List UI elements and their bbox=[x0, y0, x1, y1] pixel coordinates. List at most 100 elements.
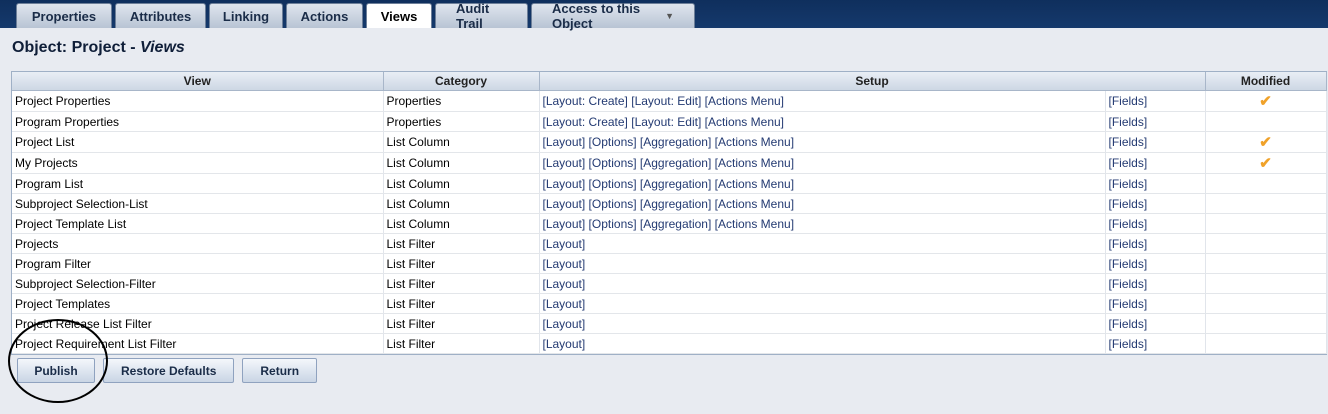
category-cell: List Column bbox=[383, 173, 540, 194]
fields-link[interactable]: [Fields] bbox=[1109, 257, 1148, 271]
tab-views[interactable]: Views bbox=[366, 3, 432, 28]
restore-defaults-button[interactable]: Restore Defaults bbox=[103, 358, 235, 383]
setup-link[interactable]: [Layout: Create] bbox=[543, 115, 628, 129]
setup-link[interactable]: [Layout] bbox=[543, 237, 586, 251]
table-row: Program Filter List Filter [Layout] [Fields… bbox=[12, 253, 1327, 274]
setup-link[interactable]: [Actions Menu] bbox=[705, 115, 784, 129]
page-title: Object: Project - Views bbox=[12, 39, 185, 57]
setup-link[interactable]: [Aggregation] bbox=[640, 197, 711, 211]
setup-link[interactable]: [Options] bbox=[589, 197, 637, 211]
setup-link[interactable]: [Actions Menu] bbox=[715, 217, 794, 231]
setup-link[interactable]: [Layout] bbox=[543, 156, 586, 170]
setup-link[interactable]: [Layout] bbox=[543, 297, 586, 311]
modified-cell bbox=[1205, 173, 1327, 194]
fields-link-cell: [Fields] bbox=[1105, 233, 1206, 254]
setup-link[interactable]: [Aggregation] bbox=[640, 177, 711, 191]
column-header-category[interactable]: Category bbox=[383, 72, 540, 91]
view-name-cell: Program List bbox=[12, 173, 384, 194]
fields-link-cell: [Fields] bbox=[1105, 313, 1206, 334]
fields-link[interactable]: [Fields] bbox=[1109, 277, 1148, 291]
setup-link[interactable]: [Options] bbox=[589, 177, 637, 191]
fields-link[interactable]: [Fields] bbox=[1109, 197, 1148, 211]
setup-link[interactable]: [Options] bbox=[589, 135, 637, 149]
setup-link[interactable]: [Layout] bbox=[543, 197, 586, 211]
fields-link[interactable]: [Fields] bbox=[1109, 337, 1148, 351]
category-cell: List Column bbox=[383, 193, 540, 214]
setup-link[interactable]: [Layout] bbox=[543, 257, 586, 271]
category-cell: List Column bbox=[383, 131, 540, 153]
fields-link[interactable]: [Fields] bbox=[1109, 156, 1148, 170]
modified-cell: ✔ bbox=[1205, 131, 1327, 153]
view-name-cell: Project Properties bbox=[12, 90, 384, 112]
column-header-modified[interactable]: Modified bbox=[1205, 72, 1327, 91]
tab-audit-trail[interactable]: Audit Trail bbox=[435, 1, 528, 31]
setup-link[interactable]: [Layout] bbox=[543, 277, 586, 291]
setup-link[interactable]: [Actions Menu] bbox=[715, 197, 794, 211]
fields-link-cell: [Fields] bbox=[1105, 173, 1206, 194]
annotation-circle bbox=[8, 319, 108, 403]
table-row: Program Properties Properties [Layout: Cre… bbox=[12, 111, 1327, 132]
fields-link[interactable]: [Fields] bbox=[1109, 94, 1148, 108]
column-header-setup[interactable]: Setup bbox=[539, 72, 1206, 91]
fields-link[interactable]: [Fields] bbox=[1109, 237, 1148, 251]
fields-link[interactable]: [Fields] bbox=[1109, 297, 1148, 311]
fields-link[interactable]: [Fields] bbox=[1109, 115, 1148, 129]
fields-link[interactable]: [Fields] bbox=[1109, 217, 1148, 231]
setup-link[interactable]: [Options] bbox=[589, 217, 637, 231]
setup-link[interactable]: [Aggregation] bbox=[640, 217, 711, 231]
setup-link[interactable]: [Layout] bbox=[543, 135, 586, 149]
tab-label: Access to this Object bbox=[552, 1, 641, 31]
fields-link[interactable]: [Fields] bbox=[1109, 135, 1148, 149]
setup-links-cell: [Layout] bbox=[539, 313, 1106, 334]
setup-links-cell: [Layout] bbox=[539, 273, 1106, 294]
object-tabs: Properties Attributes Linking Actions Vi… bbox=[16, 1, 695, 31]
tab-properties[interactable]: Properties bbox=[16, 3, 112, 28]
table-row: Projects List Filter [Layout] [Fields] bbox=[12, 233, 1327, 254]
table-header-row: View Category Setup Modified bbox=[12, 72, 1327, 91]
modified-cell bbox=[1205, 333, 1327, 354]
view-name-cell: Program Filter bbox=[12, 253, 384, 274]
setup-link[interactable]: [Layout: Edit] bbox=[631, 115, 701, 129]
column-header-view[interactable]: View bbox=[12, 72, 384, 91]
setup-link[interactable]: [Layout] bbox=[543, 177, 586, 191]
return-button[interactable]: Return bbox=[242, 358, 318, 383]
setup-links-cell: [Layout: Create] [Layout: Edit] [Actions… bbox=[539, 111, 1106, 132]
category-cell: List Column bbox=[383, 152, 540, 174]
modified-cell bbox=[1205, 111, 1327, 132]
view-name-cell: Project Templates bbox=[12, 293, 384, 314]
page-title-section: Views bbox=[140, 39, 185, 56]
setup-link[interactable]: [Layout] bbox=[543, 317, 586, 331]
fields-link-cell: [Fields] bbox=[1105, 152, 1206, 174]
view-name-cell: Project List bbox=[12, 131, 384, 153]
setup-link[interactable]: [Options] bbox=[589, 156, 637, 170]
setup-link[interactable]: [Aggregation] bbox=[640, 135, 711, 149]
setup-link[interactable]: [Layout] bbox=[543, 337, 586, 351]
tab-linking[interactable]: Linking bbox=[209, 3, 283, 28]
category-cell: Properties bbox=[383, 111, 540, 132]
setup-link[interactable]: [Actions Menu] bbox=[715, 177, 794, 191]
fields-link-cell: [Fields] bbox=[1105, 293, 1206, 314]
tab-attributes[interactable]: Attributes bbox=[115, 3, 206, 28]
setup-link[interactable]: [Actions Menu] bbox=[715, 156, 794, 170]
fields-link[interactable]: [Fields] bbox=[1109, 177, 1148, 191]
setup-links-cell: [Layout] bbox=[539, 293, 1106, 314]
category-cell: List Filter bbox=[383, 293, 540, 314]
setup-link[interactable]: [Actions Menu] bbox=[715, 135, 794, 149]
page-title-prefix: Object: Project - bbox=[12, 39, 141, 56]
fields-link[interactable]: [Fields] bbox=[1109, 317, 1148, 331]
setup-link[interactable]: [Layout] bbox=[543, 217, 586, 231]
setup-link[interactable]: [Layout: Create] bbox=[543, 94, 628, 108]
setup-link[interactable]: [Layout: Edit] bbox=[631, 94, 701, 108]
table-row: My Projects List Column [Layout] [Options]… bbox=[12, 152, 1327, 174]
setup-link[interactable]: [Aggregation] bbox=[640, 156, 711, 170]
setup-links-cell: [Layout] [Options] [Aggregation] [Action… bbox=[539, 173, 1106, 194]
setup-links-cell: [Layout] bbox=[539, 233, 1106, 254]
view-name-cell: Project Template List bbox=[12, 213, 384, 234]
tab-access-to-this-object[interactable]: Access to this Object ▼ bbox=[531, 1, 695, 31]
modified-cell bbox=[1205, 213, 1327, 234]
tab-actions[interactable]: Actions bbox=[286, 3, 363, 28]
setup-link[interactable]: [Actions Menu] bbox=[705, 94, 784, 108]
fields-link-cell: [Fields] bbox=[1105, 273, 1206, 294]
view-name-cell: My Projects bbox=[12, 152, 384, 174]
checkmark-icon: ✔ bbox=[1259, 154, 1272, 172]
